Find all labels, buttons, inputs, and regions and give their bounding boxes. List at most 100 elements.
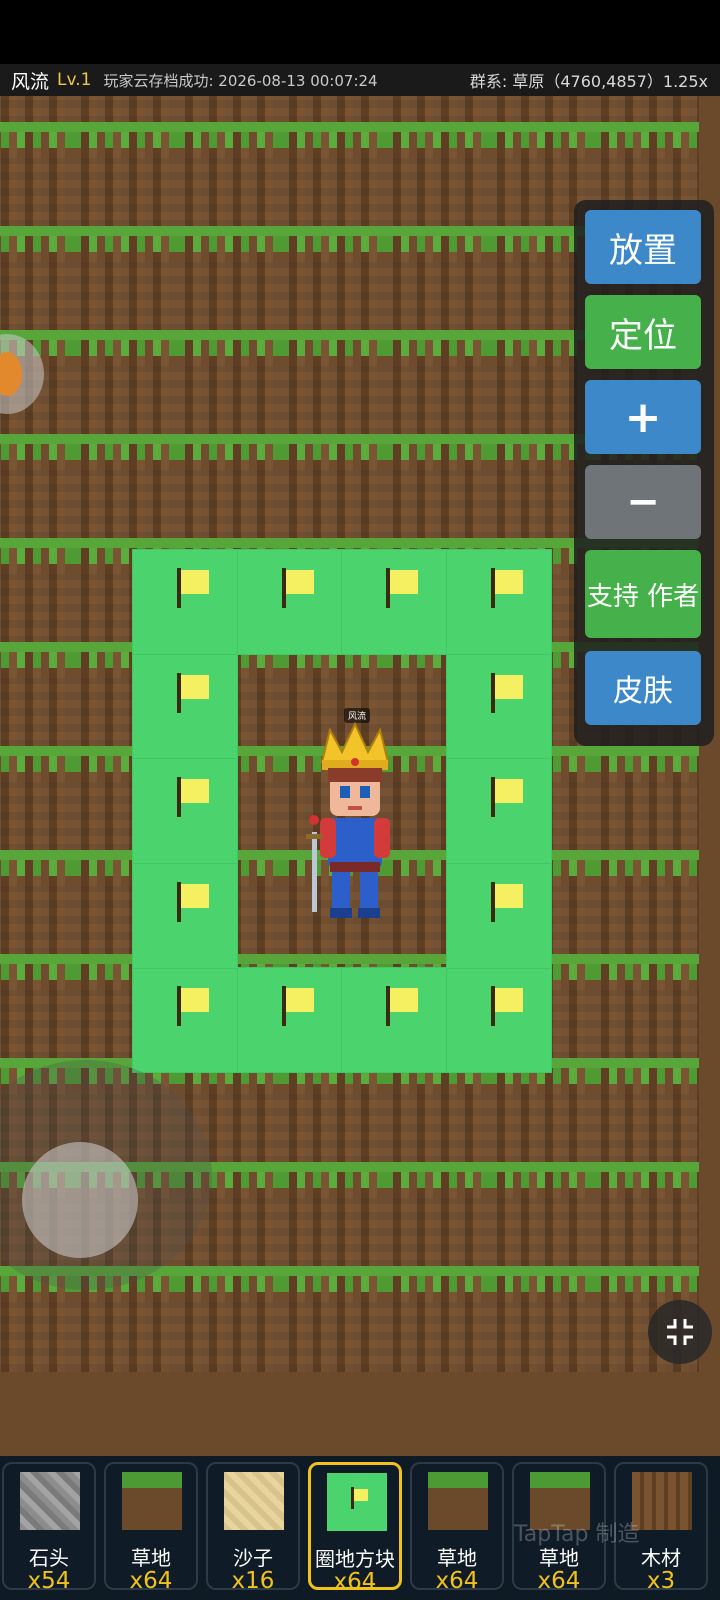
slot-label: 石头: [29, 1546, 69, 1570]
grass-dirt-tile: [0, 538, 75, 644]
place-button[interactable]: 放置: [585, 210, 701, 284]
sand-block-icon: [224, 1472, 284, 1530]
slot-count: x54: [27, 1568, 71, 1594]
claim-block[interactable]: [132, 549, 238, 655]
locate-button[interactable]: 定位: [585, 295, 701, 369]
grass-dirt-tile: [177, 122, 283, 228]
claim-block[interactable]: [445, 549, 552, 655]
hotbar-slot[interactable]: 沙子 x16: [206, 1462, 300, 1594]
top-status-bar: 风流 Lv.1 玩家云存档成功: 2026-08-13 00:07:24 群系:…: [0, 64, 720, 96]
grass-dirt-tile: [0, 122, 75, 228]
grass-dirt-tile: [385, 330, 491, 436]
grass-block-icon: [122, 1472, 182, 1530]
hotbar-slot[interactable]: 草地 x64: [104, 1462, 198, 1594]
flag-icon: [490, 672, 525, 713]
grass-dirt-tile: [593, 1058, 699, 1164]
grass-dirt-tile: [0, 226, 75, 332]
flag-icon: [490, 881, 525, 922]
grass-dirt-tile: [281, 434, 387, 540]
flag-icon: [177, 777, 211, 817]
slot-count: x64: [333, 1569, 377, 1595]
grass-dirt-tile: [177, 226, 283, 332]
flag-icon: [386, 986, 420, 1026]
grass-dirt-tile: [281, 1058, 387, 1164]
claim-block[interactable]: [341, 549, 447, 655]
claim-block[interactable]: [132, 653, 238, 760]
grass-dirt-tile: [593, 1162, 699, 1268]
grass-dirt-tile: [281, 1162, 387, 1268]
flag-icon: [177, 672, 211, 713]
grass-dirt-tile: [281, 226, 387, 332]
grass-dirt-tile: [593, 954, 699, 1060]
zoom-out-button[interactable]: −: [585, 465, 701, 539]
grass-dirt-tile: [73, 330, 179, 436]
grass-dirt-tile: [593, 96, 699, 124]
fullscreen-exit-icon[interactable]: [648, 1300, 712, 1364]
grass-dirt-tile: [73, 434, 179, 540]
player-name-tag: 风流: [344, 708, 371, 723]
slot-label: 草地: [437, 1546, 477, 1570]
flag-icon: [281, 568, 316, 608]
grass-dirt-tile: [593, 746, 699, 852]
flag-icon: [281, 986, 316, 1026]
watermark: TapTap 制造: [514, 1522, 640, 1547]
hotbar-slot[interactable]: 圈地方块 x64: [308, 1462, 402, 1595]
claim-block[interactable]: [445, 862, 552, 969]
grass-dirt-tile: [281, 330, 387, 436]
claim-block[interactable]: [341, 967, 447, 1073]
grass-block-icon: [428, 1472, 488, 1530]
grass-dirt-tile: [385, 434, 491, 540]
grass-dirt-tile: [593, 850, 699, 956]
claim-block[interactable]: [236, 549, 343, 655]
grass-dirt-tile: [281, 96, 387, 124]
zoom-in-button[interactable]: +: [585, 380, 701, 454]
hotbar-slot[interactable]: 石头 x54: [2, 1462, 96, 1594]
slot-count: x64: [537, 1568, 581, 1594]
grass-dirt-tile: [385, 96, 491, 124]
slot-label: 沙子: [233, 1546, 273, 1570]
claim-block[interactable]: [132, 862, 238, 969]
claim-block-icon: [327, 1473, 387, 1531]
flag-icon: [490, 777, 525, 817]
slot-count: x64: [129, 1568, 173, 1594]
grass-dirt-tile: [385, 1266, 491, 1372]
grass-dirt-tile: [489, 96, 595, 124]
grass-dirt-tile: [0, 434, 75, 540]
game-world[interactable]: 放置 定位 + − 支持 作者 皮肤 风流: [0, 96, 720, 1456]
slot-count: x16: [231, 1568, 275, 1594]
grass-dirt-tile: [177, 96, 283, 124]
grass-dirt-tile: [73, 122, 179, 228]
action-panel: 放置 定位 + − 支持 作者 皮肤: [574, 200, 714, 746]
grass-dirt-tile: [177, 434, 283, 540]
grass-dirt-tile: [0, 96, 75, 124]
slot-label: 圈地方块: [315, 1547, 395, 1571]
grass-dirt-tile: [281, 122, 387, 228]
flag-icon: [177, 568, 211, 608]
grass-dirt-tile: [0, 850, 75, 956]
claim-block[interactable]: [445, 653, 552, 760]
support-author-button[interactable]: 支持 作者: [585, 550, 701, 638]
grass-dirt-tile: [73, 226, 179, 332]
claim-block[interactable]: [236, 967, 343, 1073]
grass-dirt-tile: [177, 1266, 283, 1372]
stone-block-icon: [20, 1472, 80, 1530]
grass-dirt-tile: [489, 1058, 595, 1164]
joystick-thumb[interactable]: [22, 1142, 138, 1258]
grass-dirt-tile: [281, 1266, 387, 1372]
claim-block[interactable]: [132, 967, 238, 1073]
grass-dirt-tile: [0, 954, 75, 1060]
claim-block[interactable]: [445, 758, 552, 864]
flag-icon: [490, 568, 525, 608]
player-level: Lv.1: [57, 70, 92, 90]
grass-dirt-tile: [0, 642, 75, 748]
wood-block-icon: [632, 1472, 692, 1530]
claim-block[interactable]: [132, 758, 238, 864]
player-name: 风流: [11, 70, 50, 93]
slot-count: x64: [435, 1568, 479, 1594]
slot-label: 草地: [131, 1546, 171, 1570]
hotbar-slot[interactable]: 草地 x64: [410, 1462, 504, 1594]
claim-block[interactable]: [445, 967, 552, 1073]
flag-icon: [177, 986, 211, 1026]
skin-button[interactable]: 皮肤: [585, 651, 701, 725]
flag-icon: [490, 986, 525, 1026]
